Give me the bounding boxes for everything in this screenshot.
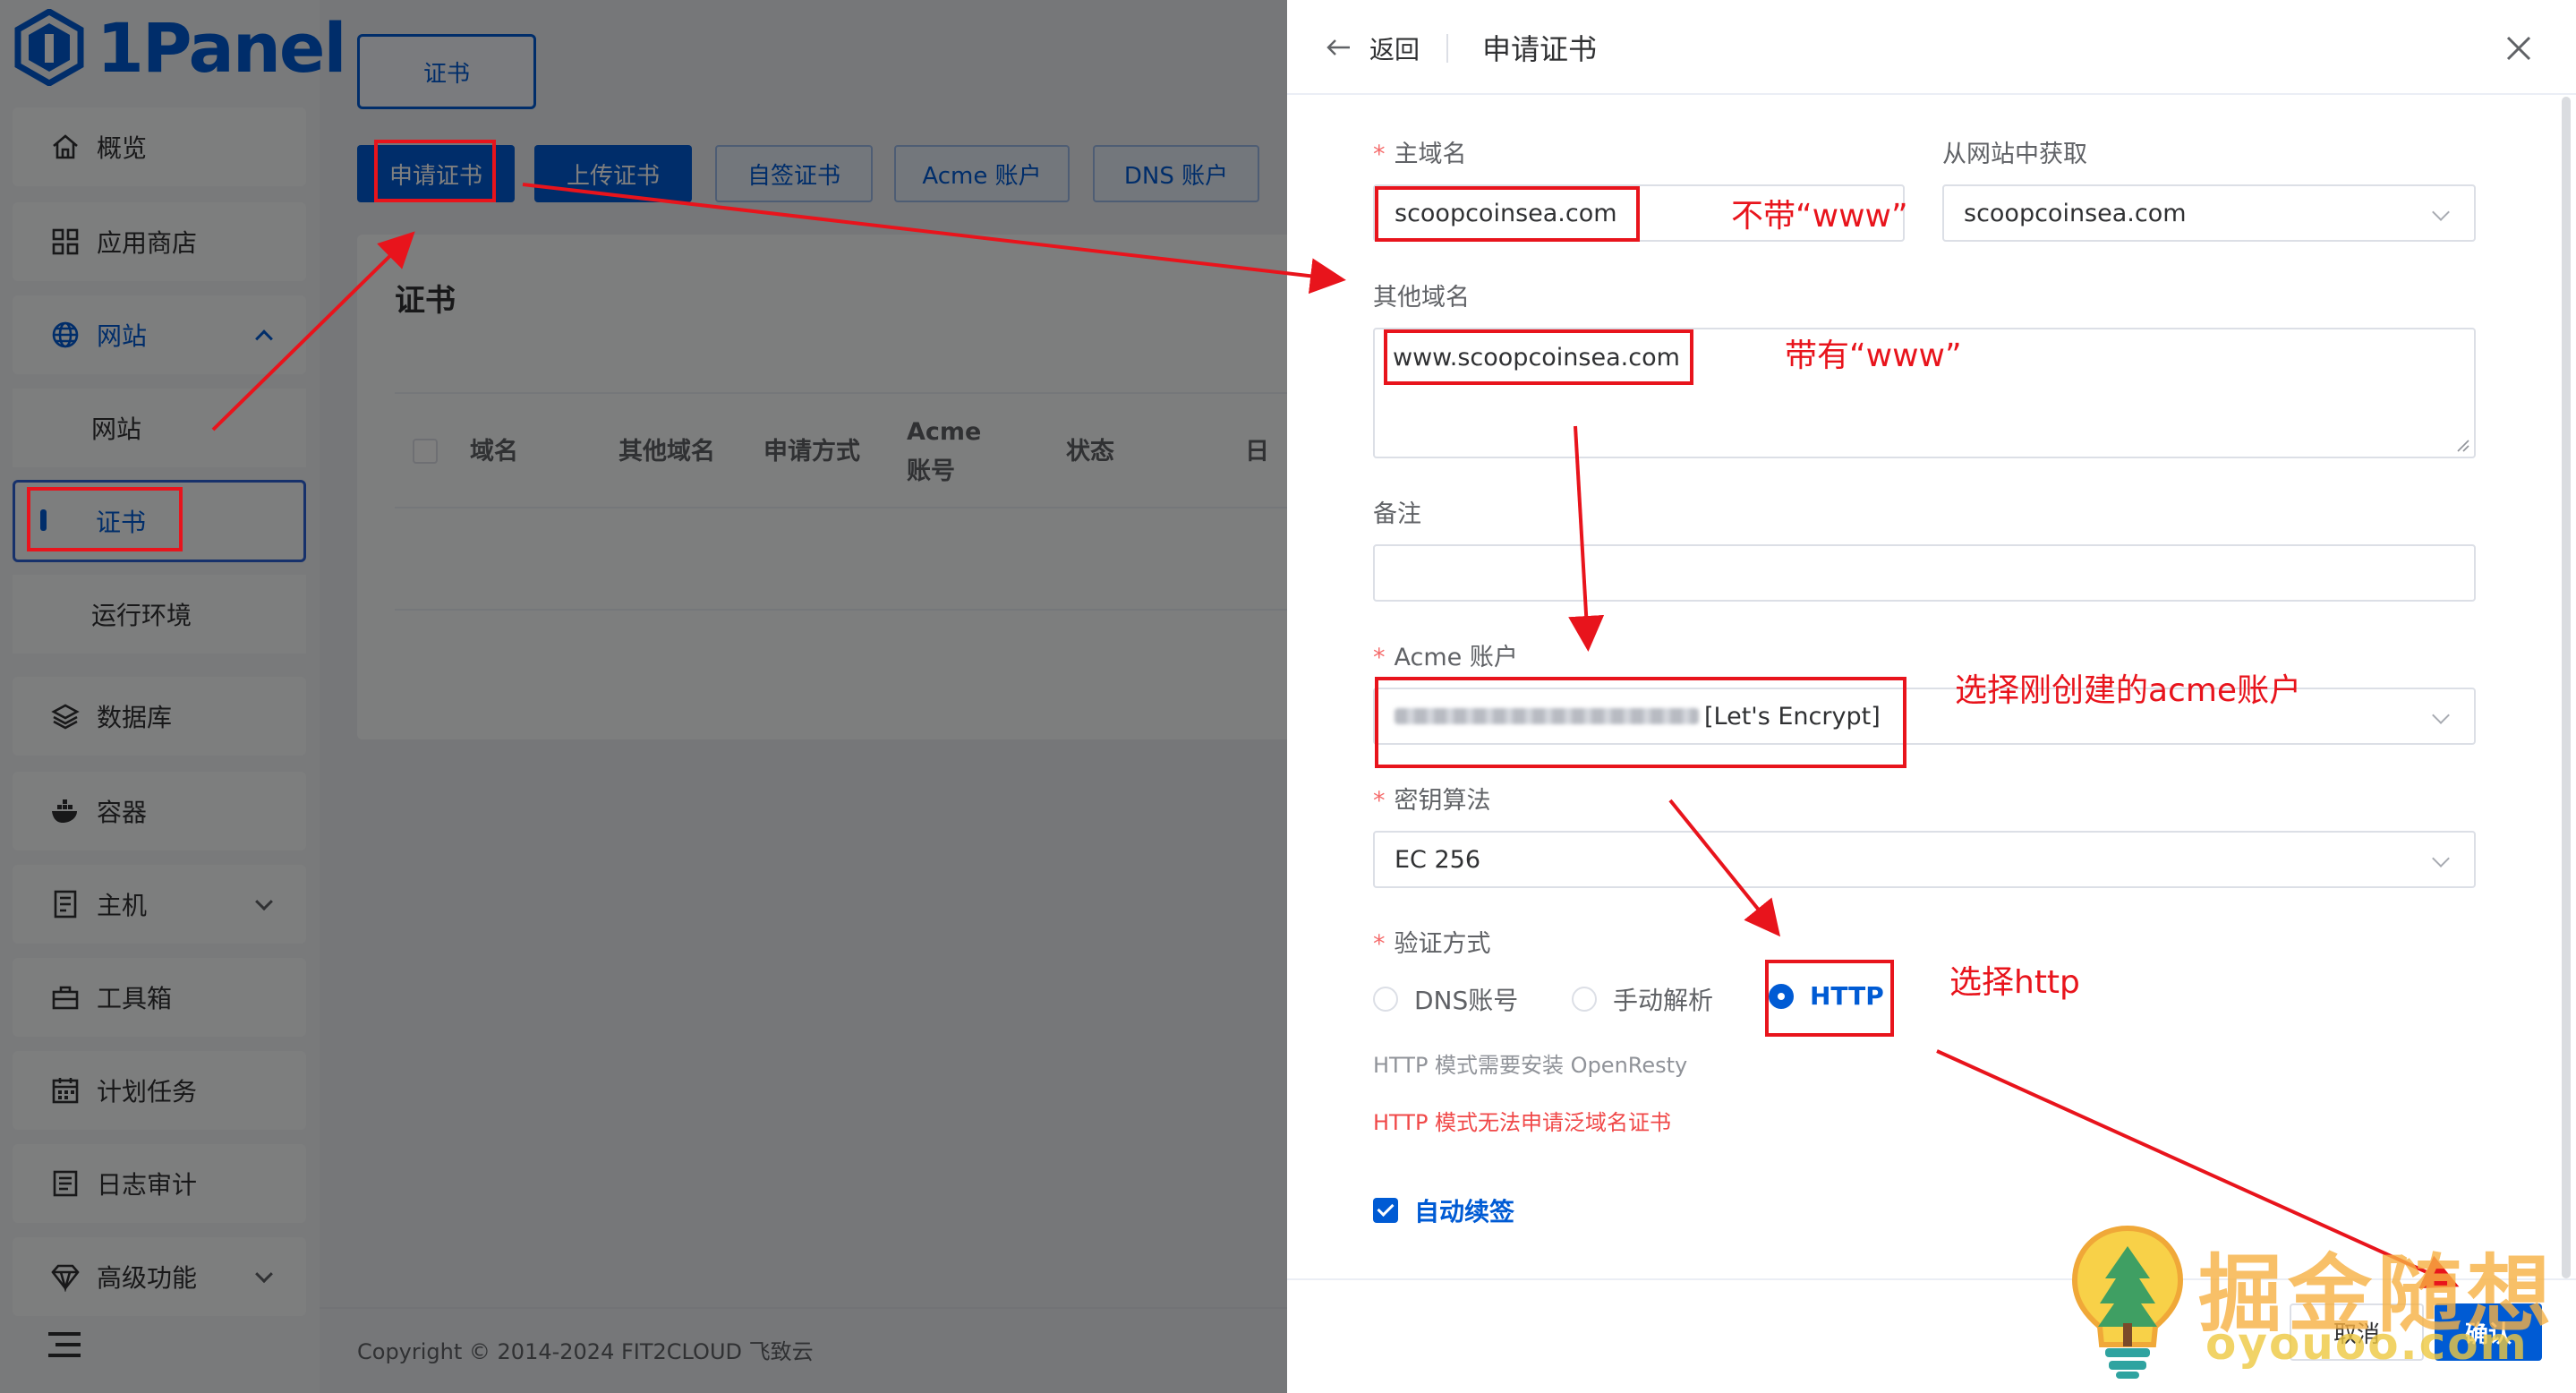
annotation-select-acme: 选择刚创建的acme账户 [1955,672,2302,709]
from-site-select[interactable]: scoopcoinsea.com [1942,184,2476,242]
radio-circle [1572,987,1597,1012]
remark-label: 备注 [1373,500,1421,528]
annotation-no-www: 不带“www” [1731,198,1908,235]
http-hint: HTTP 模式需要安装 OpenResty [1373,1053,1688,1078]
remark-input[interactable] [1373,544,2476,602]
chevron-down-icon [2432,850,2450,867]
back-arrow-icon[interactable] [1325,34,1352,61]
annotation-box-http [1765,960,1894,1037]
acme-account-label: * Acme 账户 [1373,644,1518,671]
drawer-scrollbar[interactable] [2562,97,2571,1278]
modal-overlay[interactable] [0,0,1287,1393]
chevron-down-icon [2432,203,2450,221]
required-mark: * [1373,930,1386,958]
radio-circle [1373,987,1398,1012]
radio-manual[interactable]: 手动解析 [1572,981,1713,1017]
watermark-url: oyouoo.com [2205,1318,2529,1370]
annotation-box-acme [1375,677,1906,768]
chevron-down-icon [2432,706,2450,724]
annotation-box-other-domain [1384,329,1693,385]
annotation-box-certificate-menu [27,487,183,551]
required-mark: * [1373,644,1386,671]
resize-handle-icon[interactable] [2456,439,2470,453]
checkbox-checked [1373,1198,1398,1223]
key-algorithm-label: * 密钥算法 [1373,787,1491,815]
required-mark: * [1373,787,1386,815]
header-divider [1446,34,1448,63]
annotation-with-www: 带有“www” [1785,338,1962,374]
verify-method-label: * 验证方式 [1373,930,1491,958]
drawer-header: 返回 申请证书 [1287,0,2576,95]
drawer-title: 申请证书 [1482,32,1598,66]
watermark-bulb-icon [2071,1225,2184,1379]
key-algorithm-select[interactable]: EC 256 [1373,831,2476,888]
close-icon[interactable] [2503,32,2535,64]
radio-dns-account[interactable]: DNS账号 [1373,981,1518,1017]
annotation-box-primary-domain [1375,186,1640,242]
required-mark: * [1373,141,1386,168]
annotation-box-apply-button [374,140,496,202]
other-domains-label: 其他域名 [1373,284,1470,312]
auto-renew-checkbox[interactable]: 自动续签 [1373,1192,1514,1228]
back-button[interactable]: 返回 [1369,30,1420,66]
primary-domain-label: * 主域名 [1373,141,1467,168]
from-site-label: 从网站中获取 [1942,141,2087,168]
annotation-select-http: 选择http [1949,964,2080,1001]
http-warning: HTTP 模式无法申请泛域名证书 [1373,1110,1672,1135]
